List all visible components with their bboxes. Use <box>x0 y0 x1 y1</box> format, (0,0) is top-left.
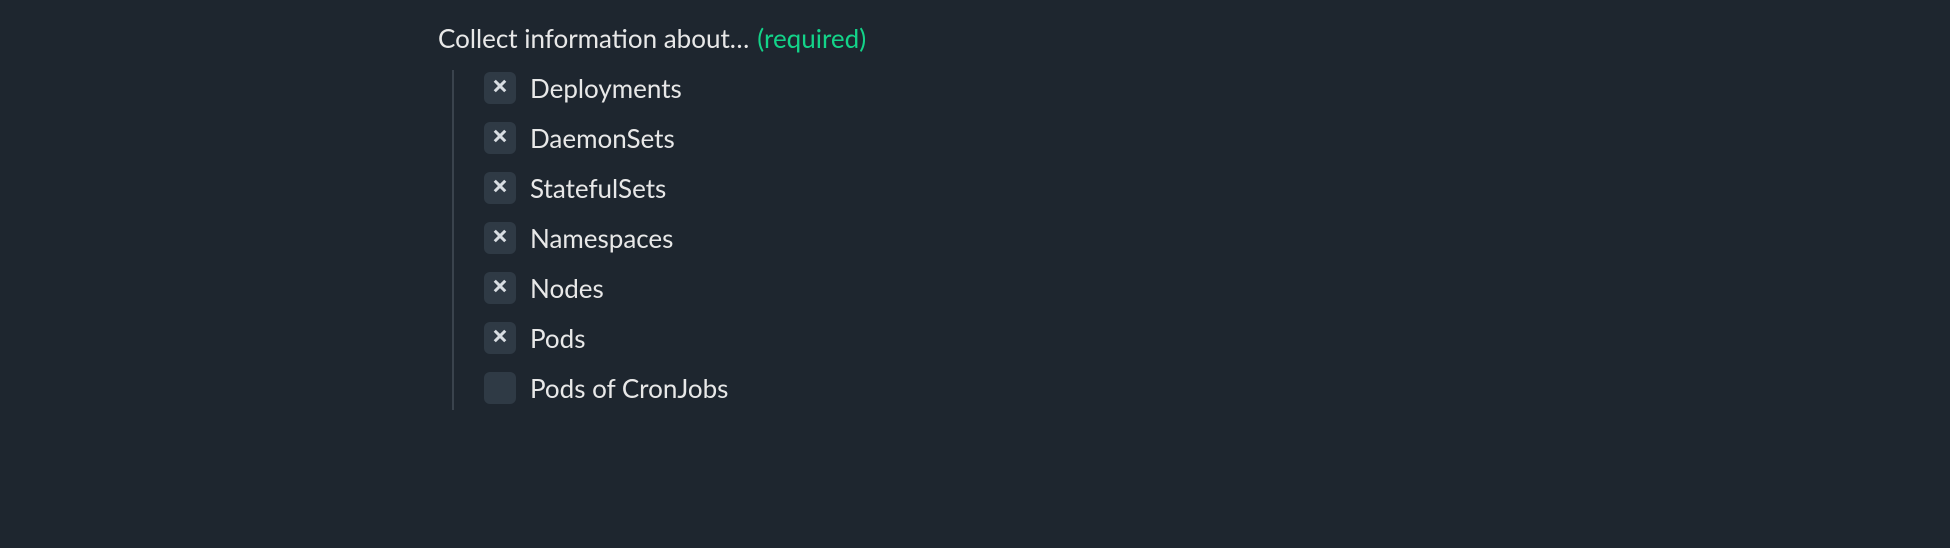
section-header: Collect information about… (required) <box>438 22 1950 54</box>
checkbox-statefulsets[interactable] <box>484 172 516 204</box>
checkbox-row-namespaces[interactable]: Namespaces <box>484 222 1950 254</box>
x-icon <box>491 127 509 149</box>
checkbox-row-pods-cronjobs[interactable]: Pods of CronJobs <box>484 372 1950 404</box>
checkbox-label[interactable]: DaemonSets <box>530 122 675 154</box>
checkbox-row-deployments[interactable]: Deployments <box>484 72 1950 104</box>
x-icon <box>491 277 509 299</box>
checkbox-label[interactable]: Pods of CronJobs <box>530 372 728 404</box>
checkbox-namespaces[interactable] <box>484 222 516 254</box>
checkbox-pods[interactable] <box>484 322 516 354</box>
x-icon <box>491 177 509 199</box>
checkbox-deployments[interactable] <box>484 72 516 104</box>
checkbox-row-nodes[interactable]: Nodes <box>484 272 1950 304</box>
checkbox-row-statefulsets[interactable]: StatefulSets <box>484 172 1950 204</box>
checkbox-pods-cronjobs[interactable] <box>484 372 516 404</box>
checkbox-label[interactable]: Nodes <box>530 272 604 304</box>
checkbox-label[interactable]: Pods <box>530 322 585 354</box>
checkbox-row-pods[interactable]: Pods <box>484 322 1950 354</box>
x-icon <box>491 327 509 349</box>
section-title: Collect information about… <box>438 22 749 54</box>
x-icon <box>491 227 509 249</box>
required-label: (required) <box>757 22 866 54</box>
checkbox-nodes[interactable] <box>484 272 516 304</box>
checkbox-label[interactable]: StatefulSets <box>530 172 666 204</box>
checkbox-row-daemonsets[interactable]: DaemonSets <box>484 122 1950 154</box>
checkbox-label[interactable]: Namespaces <box>530 222 673 254</box>
checkbox-list: Deployments DaemonSets StatefulSets Name… <box>452 70 1950 410</box>
checkbox-label[interactable]: Deployments <box>530 72 682 104</box>
x-icon <box>491 77 509 99</box>
checkbox-daemonsets[interactable] <box>484 122 516 154</box>
